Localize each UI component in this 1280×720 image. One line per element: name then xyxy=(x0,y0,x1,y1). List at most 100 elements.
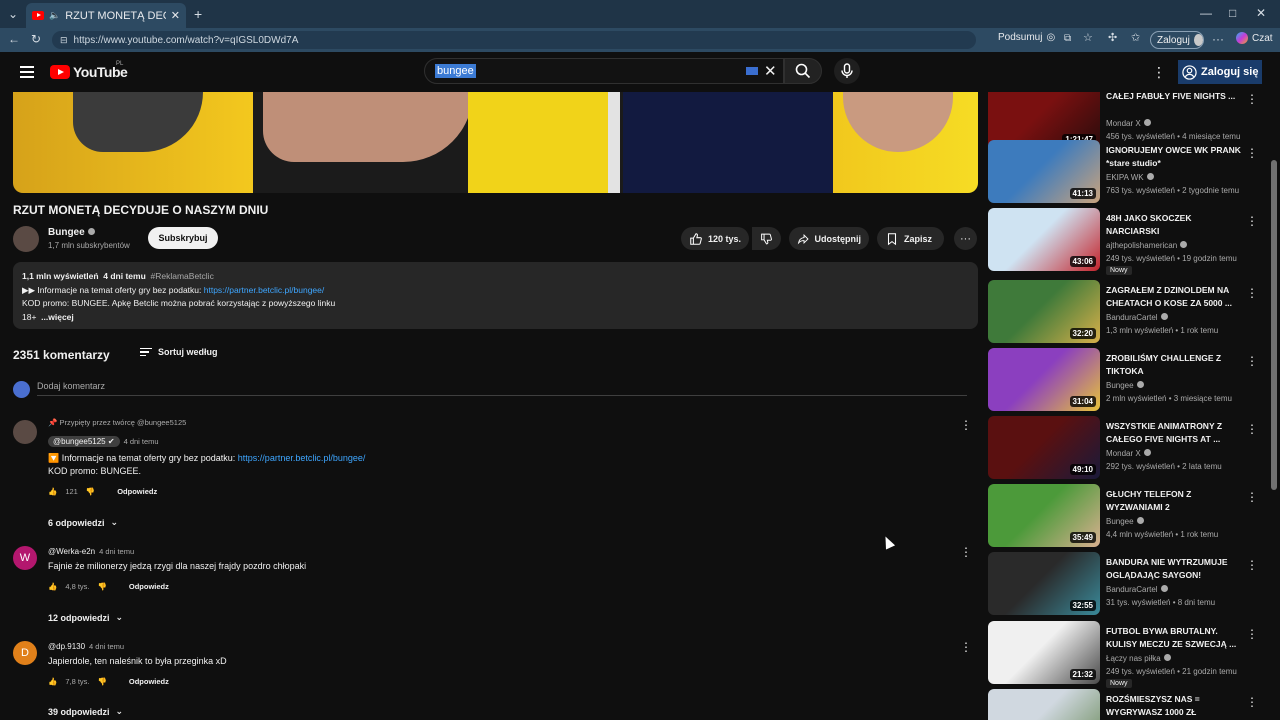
video-thumbnail[interactable]: 41:13 xyxy=(988,140,1100,203)
minimize-icon[interactable]: — xyxy=(1200,7,1212,19)
video-menu-icon[interactable]: ⋮ xyxy=(1246,214,1258,228)
video-thumbnail[interactable]: 49:10 xyxy=(988,416,1100,479)
keyboard-icon[interactable] xyxy=(746,67,758,75)
tab-list-icon[interactable]: ⌄ xyxy=(8,8,18,20)
channel-name[interactable]: Bungee xyxy=(48,227,95,238)
video-title[interactable]: IGNORUJEMY OWCE WK PRANK *stare studio* xyxy=(1106,144,1246,170)
comment-avatar[interactable]: W xyxy=(13,546,37,570)
close-tab-icon[interactable]: ✕ xyxy=(171,9,180,22)
save-button[interactable]: Zapisz xyxy=(877,227,944,250)
video-thumbnail[interactable]: 31:04 xyxy=(988,348,1100,411)
profile-login-button[interactable]: Zaloguj xyxy=(1150,31,1204,49)
clear-search-icon[interactable]: ✕ xyxy=(764,62,777,80)
video-channel[interactable]: Bungee xyxy=(1106,381,1144,390)
comment-author[interactable]: @bungee5125 ✔ xyxy=(48,436,120,447)
sidebar-video-item[interactable]: 41:13 IGNORUJEMY OWCE WK PRANK *stare stu… xyxy=(988,140,1264,204)
more-actions-button[interactable]: ··· xyxy=(954,227,977,250)
search-input[interactable]: bungee xyxy=(424,58,784,84)
sign-in-button[interactable]: Zaloguj się xyxy=(1178,60,1263,84)
sidebar-video-item[interactable]: 35:49 GŁUCHY TELEFON Z WYZWANIAMI 2 Bungee… xyxy=(988,484,1264,548)
channel-avatar[interactable] xyxy=(13,226,39,252)
new-tab-icon[interactable]: + xyxy=(194,7,202,21)
reply-button[interactable]: Odpowiedz xyxy=(129,582,169,591)
video-player[interactable] xyxy=(13,92,978,193)
video-channel[interactable]: Łączy nas piłka xyxy=(1106,654,1171,663)
sidebar-video-item[interactable]: 32:20 ZAGRAŁEM Z DZINOLDEM NA CHEATACH O … xyxy=(988,280,1264,344)
comment-time[interactable]: 4 dni temu xyxy=(124,437,159,446)
video-menu-icon[interactable]: ⋮ xyxy=(1246,354,1258,368)
speaker-icon[interactable]: 🔈 xyxy=(49,10,60,21)
video-title[interactable]: CAŁEJ FABUŁY FIVE NIGHTS ... xyxy=(1106,92,1246,103)
comment-avatar[interactable] xyxy=(13,420,37,444)
page-scrollbar[interactable] xyxy=(1268,92,1280,720)
sidebar-video-item[interactable]: 32:55 BANDURA NIE WYTRZUMUJE OGLĄDAJĄC SA… xyxy=(988,552,1264,616)
video-title[interactable]: ZROBILIŚMY CHALLENGE Z TIKTOKA xyxy=(1106,352,1246,378)
extensions-icon[interactable]: ✣ xyxy=(1108,33,1117,44)
video-description[interactable]: 1,1 mln wyświetleń 4 dni temu #ReklamaBe… xyxy=(13,262,978,329)
copilot-chat-button[interactable]: Czat xyxy=(1236,32,1273,44)
scrollbar-thumb[interactable] xyxy=(1271,160,1277,490)
video-thumbnail[interactable]: 43:06 xyxy=(988,208,1100,271)
comment-menu-icon[interactable]: ⋮ xyxy=(960,545,972,559)
sidebar-video-item[interactable]: 21:32 FUTBOL BYWA BRUTALNY. KULISY MECZU … xyxy=(988,621,1264,688)
sidebar-video-item[interactable]: ROZŚMIESZYSZ NAS = WYGRYWASZ 1000 ZŁ ⋮ xyxy=(988,689,1264,720)
comment-time[interactable]: 4 dni temu xyxy=(89,642,124,651)
video-menu-icon[interactable]: ⋮ xyxy=(1246,627,1258,641)
browser-menu-icon[interactable]: ··· xyxy=(1212,33,1224,45)
comment-dislike-icon[interactable]: 👎 xyxy=(86,487,95,496)
reload-icon[interactable]: ↻ xyxy=(31,33,41,45)
video-menu-icon[interactable]: ⋮ xyxy=(1246,558,1258,572)
video-menu-icon[interactable]: ⋮ xyxy=(1246,695,1258,709)
comment-author[interactable]: @dp.9130 xyxy=(48,642,85,651)
site-info-icon[interactable]: ⊟ xyxy=(60,35,68,46)
video-title[interactable]: BANDURA NIE WYTRZUMUJE OGLĄDAJĄC SAYGON! xyxy=(1106,556,1246,582)
dislike-button[interactable] xyxy=(752,227,781,250)
maximize-icon[interactable]: □ xyxy=(1229,7,1236,19)
add-comment-input[interactable]: Dodaj komentarz xyxy=(37,381,967,396)
hashtag-link[interactable]: #ReklamaBetclic xyxy=(151,271,214,281)
video-thumbnail[interactable]: 21:32 xyxy=(988,621,1100,684)
youtube-logo[interactable]: YouTube PL xyxy=(50,61,128,80)
menu-icon[interactable] xyxy=(20,66,34,78)
video-title[interactable]: ROZŚMIESZYSZ NAS = WYGRYWASZ 1000 ZŁ xyxy=(1106,693,1246,719)
video-title[interactable]: 48H JAKO SKOCZEK NARCIARSKI xyxy=(1106,212,1246,238)
video-title[interactable]: WSZYSTKIE ANIMATRONY Z CAŁEGO FIVE NIGHT… xyxy=(1106,420,1246,446)
share-button[interactable]: Udostępnij xyxy=(789,227,869,250)
comment-dislike-icon[interactable]: 👎 xyxy=(98,677,107,686)
reply-button[interactable]: Odpowiedz xyxy=(117,487,157,496)
like-button[interactable]: 120 tys. xyxy=(681,227,749,250)
browser-tab[interactable]: 🔈 RZUT MONETĄ DECYDUJE O ✕ xyxy=(26,3,186,28)
video-channel[interactable]: Bungee xyxy=(1106,517,1144,526)
favorites-icon[interactable]: ✩ xyxy=(1131,33,1140,44)
reply-button[interactable]: Odpowiedz xyxy=(129,677,169,686)
settings-kebab-icon[interactable]: ⋮ xyxy=(1152,64,1166,81)
video-channel[interactable]: BanduraCartel xyxy=(1106,585,1168,594)
url-field[interactable]: ⊟ https://www.youtube.com/watch?v=qIGSL0… xyxy=(52,31,976,49)
video-menu-icon[interactable]: ⋮ xyxy=(1246,490,1258,504)
summarize-button[interactable]: Podsumuj ◎ xyxy=(998,32,1055,43)
video-title[interactable]: FUTBOL BYWA BRUTALNY. KULISY MECZU ZE SZ… xyxy=(1106,625,1246,651)
show-replies-button[interactable]: 6 odpowiedzi ⌄ xyxy=(48,517,118,528)
sidebar-video-item[interactable]: 31:04 ZROBILIŚMY CHALLENGE Z TIKTOKA Bunge… xyxy=(988,348,1264,412)
back-icon[interactable]: ← xyxy=(8,33,20,45)
comment-author[interactable]: @Werka-e2n xyxy=(48,547,95,556)
video-menu-icon[interactable]: ⋮ xyxy=(1246,422,1258,436)
close-window-icon[interactable]: ✕ xyxy=(1256,7,1266,19)
favorite-star-icon[interactable]: ☆ xyxy=(1083,33,1093,44)
search-button[interactable] xyxy=(784,58,822,84)
video-menu-icon[interactable]: ⋮ xyxy=(1246,286,1258,300)
comment-like-icon[interactable]: 👍 xyxy=(48,677,57,686)
sidebar-video-item[interactable]: 49:10 WSZYSTKIE ANIMATRONY Z CAŁEGO FIVE … xyxy=(988,416,1264,480)
comment-menu-icon[interactable]: ⋮ xyxy=(960,640,972,654)
partner-link[interactable]: https://partner.betclic.pl/bungee/ xyxy=(204,285,325,295)
comment-dislike-icon[interactable]: 👎 xyxy=(98,582,107,591)
video-channel[interactable]: EKIPA WK xyxy=(1106,173,1154,182)
split-screen-icon[interactable]: ⧉ xyxy=(1064,34,1071,44)
comment-link[interactable]: https://partner.betclic.pl/bungee/ xyxy=(238,453,366,463)
video-menu-icon[interactable]: ⋮ xyxy=(1246,92,1258,106)
show-more-link[interactable]: ...więcej xyxy=(41,312,74,322)
video-title[interactable]: GŁUCHY TELEFON Z WYZWANIAMI 2 xyxy=(1106,488,1246,514)
voice-search-button[interactable] xyxy=(834,58,860,84)
comment-like-icon[interactable]: 👍 xyxy=(48,582,57,591)
comment-time[interactable]: 4 dni temu xyxy=(99,547,134,556)
